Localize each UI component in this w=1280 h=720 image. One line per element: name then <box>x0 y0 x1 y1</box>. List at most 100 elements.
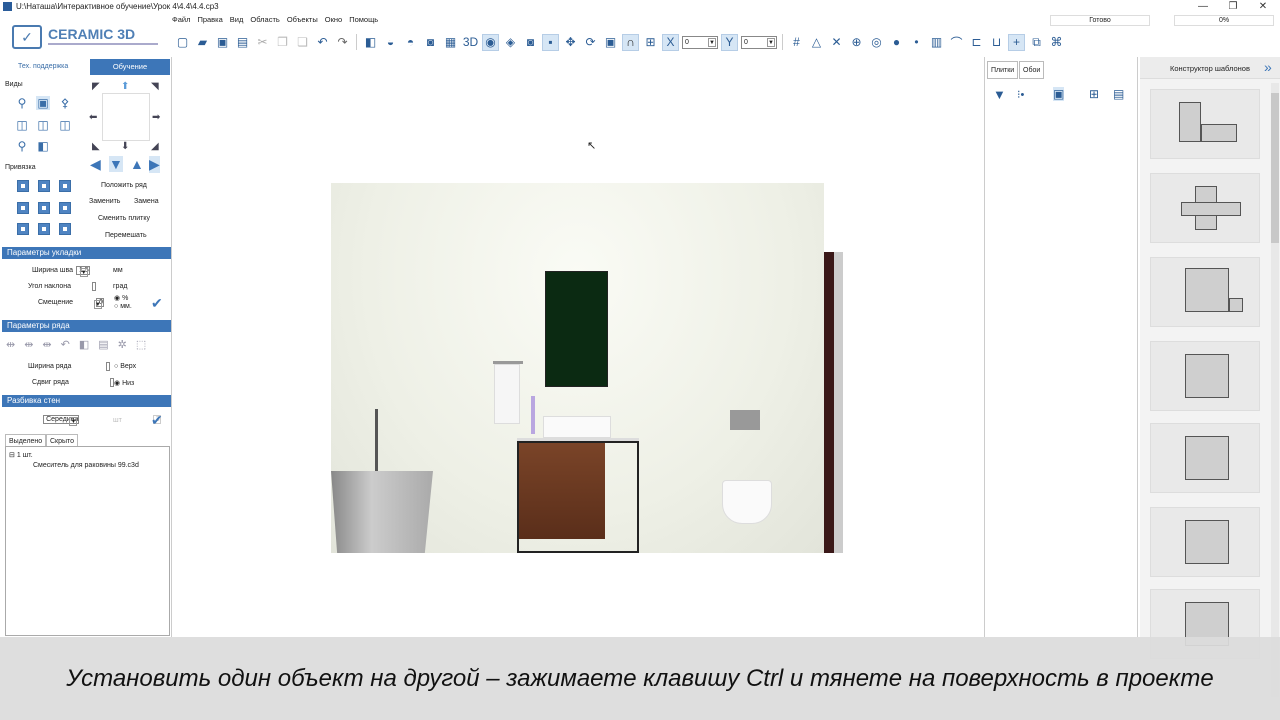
arrow-up-right-icon[interactable]: ◥ <box>151 81 159 92</box>
arrow-down-left-icon[interactable]: ◣ <box>92 141 100 152</box>
replace-button[interactable]: Заменить <box>89 198 120 205</box>
arrow-left-icon[interactable]: ⬅ <box>89 112 97 123</box>
filter-icon[interactable]: ▼ <box>993 87 1006 102</box>
viewport-canvas[interactable]: ↖ <box>174 57 982 637</box>
row-tools-icons[interactable]: ⇹⇹⇹↶◧▤✲⬚ <box>6 338 155 351</box>
x-input[interactable]: 0 ▼ <box>682 35 718 49</box>
select-icon[interactable]: ▪ <box>542 33 559 51</box>
snap-top[interactable] <box>38 180 50 192</box>
panel-view-icon[interactable]: ▤ <box>1113 87 1124 101</box>
template-item[interactable] <box>1150 423 1260 493</box>
x-axis-button[interactable]: X <box>662 33 679 51</box>
shower-icon[interactable]: ◓ <box>402 34 419 51</box>
bath-icon[interactable]: ◒ <box>382 34 399 51</box>
offset-input[interactable]: 0 ▼ <box>93 298 104 309</box>
tab-support[interactable]: Тех. поддержка <box>18 63 68 70</box>
snap-bottom-right[interactable] <box>59 223 71 235</box>
bathtub-object[interactable] <box>331 471 433 553</box>
arrow-up-left-icon[interactable]: ◤ <box>92 81 100 92</box>
grid-icon[interactable]: # <box>788 34 805 51</box>
sink-object[interactable] <box>543 416 611 438</box>
move-right-icon[interactable]: ▶ <box>149 156 160 173</box>
chevron-down-icon[interactable]: ▼ <box>69 417 78 426</box>
snap-top-right[interactable] <box>59 180 71 192</box>
car-icon[interactable]: ◙ <box>422 34 439 51</box>
arrow-down-right-icon[interactable]: ◢ <box>151 141 159 152</box>
menu-view[interactable]: Вид <box>230 15 244 29</box>
paste-icon[interactable]: ❏ <box>294 34 311 51</box>
cube-left-icon[interactable]: ◫ <box>15 118 29 132</box>
move-up-icon[interactable]: ▲ <box>130 156 144 172</box>
navigation-preview[interactable] <box>102 93 150 141</box>
tree-root[interactable]: ⊟ 1 шт. <box>9 451 33 459</box>
tab-tiles[interactable]: Плитки <box>987 61 1019 79</box>
room-icon[interactable]: ◧ <box>362 34 379 51</box>
triangle-icon[interactable]: △ <box>808 34 825 51</box>
menu-help[interactable]: Помощь <box>349 15 378 29</box>
print-icon[interactable]: ▤ <box>234 34 251 51</box>
light-icon[interactable]: ◉ <box>482 33 499 51</box>
template-item[interactable] <box>1150 507 1260 577</box>
radio-bottom[interactable]: ◉ Низ <box>114 379 134 387</box>
arrow-up-icon[interactable]: ⬆ <box>121 81 129 92</box>
apply-checkmark-icon[interactable]: ✔ <box>151 295 163 312</box>
bottle-object[interactable] <box>531 396 535 434</box>
maximize-button[interactable]: ❐ <box>1218 0 1248 14</box>
view-3d-icon[interactable]: 3D <box>462 34 479 51</box>
magnet-icon[interactable]: ∩ <box>622 33 639 51</box>
tub-faucet-object[interactable] <box>375 409 378 471</box>
rotate-icon[interactable]: ⟳ <box>582 34 599 51</box>
hierarchy-icon[interactable]: ⌘ <box>1048 34 1065 51</box>
snap-top-left[interactable] <box>17 180 29 192</box>
toilet-object[interactable] <box>722 480 772 524</box>
snap-bottom[interactable] <box>38 223 50 235</box>
expand-chevron-icon[interactable]: » <box>1264 59 1272 75</box>
align-bottom-icon[interactable]: ⊔ <box>988 34 1005 51</box>
cube-right-icon[interactable]: ◫ <box>36 118 50 132</box>
grid-view-icon[interactable]: ⊞ <box>1089 87 1099 101</box>
cross-icon[interactable]: ✕ <box>828 34 845 51</box>
scrollbar[interactable] <box>1271 83 1279 697</box>
towel-object[interactable] <box>494 364 520 424</box>
target-icon[interactable]: ⊕ <box>848 34 865 51</box>
snap-left[interactable] <box>17 202 29 214</box>
tree-item[interactable]: Смеситель для раковины 99.c3d <box>33 462 139 469</box>
radio-percent[interactable]: ◉ % <box>114 294 128 302</box>
zoom-icon[interactable]: ⚲ <box>15 96 29 110</box>
move-down-icon[interactable]: ▼ <box>109 156 123 172</box>
y-axis-button[interactable]: Y <box>721 33 738 51</box>
new-file-icon[interactable]: ▢ <box>174 34 191 51</box>
arrow-down-icon[interactable]: ⬇ <box>121 141 129 152</box>
lay-row-button[interactable]: Положить ряд <box>101 182 147 189</box>
chevron-down-icon[interactable]: ▼ <box>93 300 102 309</box>
move-left-icon[interactable]: ◀ <box>90 156 101 173</box>
camera-icon[interactable]: ◙ <box>522 34 539 51</box>
menu-edit[interactable]: Правка <box>197 15 222 29</box>
undo-icon[interactable]: ↶ <box>314 34 331 51</box>
cube-icon[interactable]: ◧ <box>36 139 50 153</box>
align-left-icon[interactable]: ⊏ <box>968 34 985 51</box>
radio-mm[interactable]: ○ мм. <box>114 303 132 310</box>
menu-objects[interactable]: Объекты <box>287 15 318 29</box>
chevron-down-icon[interactable]: ▼ <box>708 37 716 47</box>
wall-elevation-render[interactable] <box>331 183 824 553</box>
curve-icon[interactable]: ⌒ <box>948 34 965 51</box>
small-dot-icon[interactable]: • <box>908 34 925 51</box>
split-mode-select[interactable]: Середина ▼ <box>43 415 80 426</box>
scrollbar-thumb[interactable] <box>1271 93 1279 243</box>
ruler-icon[interactable]: ⊞ <box>642 34 659 51</box>
y-input[interactable]: 0 ▼ <box>741 35 777 49</box>
chevron-down-icon[interactable]: ▼ <box>79 268 88 277</box>
cut-icon[interactable]: ✂ <box>254 34 271 51</box>
cube-top-icon[interactable]: ◫ <box>58 118 72 132</box>
seam-width-input[interactable]: 1,5 ▼ <box>76 266 90 277</box>
close-button[interactable]: ✕ <box>1248 0 1278 14</box>
camera-tripod-icon[interactable]: ⚴ <box>58 96 72 110</box>
mirror-object[interactable] <box>545 271 608 387</box>
chevron-down-icon[interactable]: ▼ <box>767 37 775 47</box>
tab-training[interactable]: Обучение <box>90 59 170 75</box>
table-icon[interactable]: ▦ <box>442 34 459 51</box>
group-icon[interactable]: ⧉ <box>1028 34 1045 51</box>
change-tile-button[interactable]: Сменить плитку <box>98 215 150 222</box>
zoom-fit-icon[interactable]: ⚲ <box>15 139 29 153</box>
